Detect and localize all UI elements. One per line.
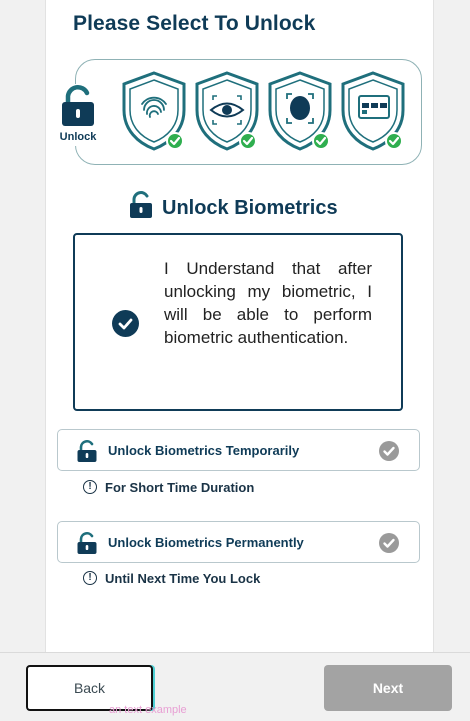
- page-title: Please Select To Unlock: [73, 12, 316, 35]
- method-eye[interactable]: [191, 70, 263, 152]
- section-title: Unlock Biometrics: [128, 191, 338, 225]
- lock-icon: [59, 84, 97, 133]
- method-card[interactable]: [337, 70, 409, 152]
- consent-box[interactable]: I Understand that after unlocking my bio…: [73, 233, 403, 411]
- option-permanently[interactable]: Unlock Biometrics Permanently: [57, 521, 420, 563]
- method-check-icon: [312, 132, 330, 150]
- option-hint-text: Until Next Time You Lock: [105, 570, 261, 586]
- unlock-icon: [76, 440, 98, 468]
- option-hint: ! For Short Time Duration: [83, 478, 254, 496]
- info-icon: !: [83, 571, 97, 585]
- next-button[interactable]: Next: [324, 665, 452, 711]
- method-fingerprint[interactable]: [118, 70, 190, 152]
- method-check-icon: [166, 132, 184, 150]
- check-circle-icon[interactable]: [379, 441, 399, 461]
- section-title-text: Unlock Biometrics: [162, 196, 338, 219]
- option-hint-text: For Short Time Duration: [105, 479, 255, 495]
- unlock-label: Unlock: [59, 131, 97, 143]
- method-check-icon: [239, 132, 257, 150]
- consent-text: I Understand that after unlocking my bio…: [164, 259, 372, 347]
- unlock-icon: [76, 532, 98, 560]
- check-circle-icon[interactable]: [112, 310, 139, 337]
- unlock-tile[interactable]: Unlock: [55, 84, 101, 146]
- alt-text-caption: an text example: [109, 704, 187, 716]
- option-temporarily[interactable]: Unlock Biometrics Temporarily: [57, 429, 420, 471]
- method-check-icon: [385, 132, 403, 150]
- method-face[interactable]: [264, 70, 336, 152]
- unlock-icon: [128, 191, 154, 225]
- option-label: Unlock Biometrics Permanently: [108, 535, 304, 550]
- check-circle-icon[interactable]: [379, 533, 399, 553]
- option-label: Unlock Biometrics Temporarily: [108, 443, 300, 458]
- option-hint: ! Until Next Time You Lock: [83, 569, 260, 587]
- info-icon: !: [83, 480, 97, 494]
